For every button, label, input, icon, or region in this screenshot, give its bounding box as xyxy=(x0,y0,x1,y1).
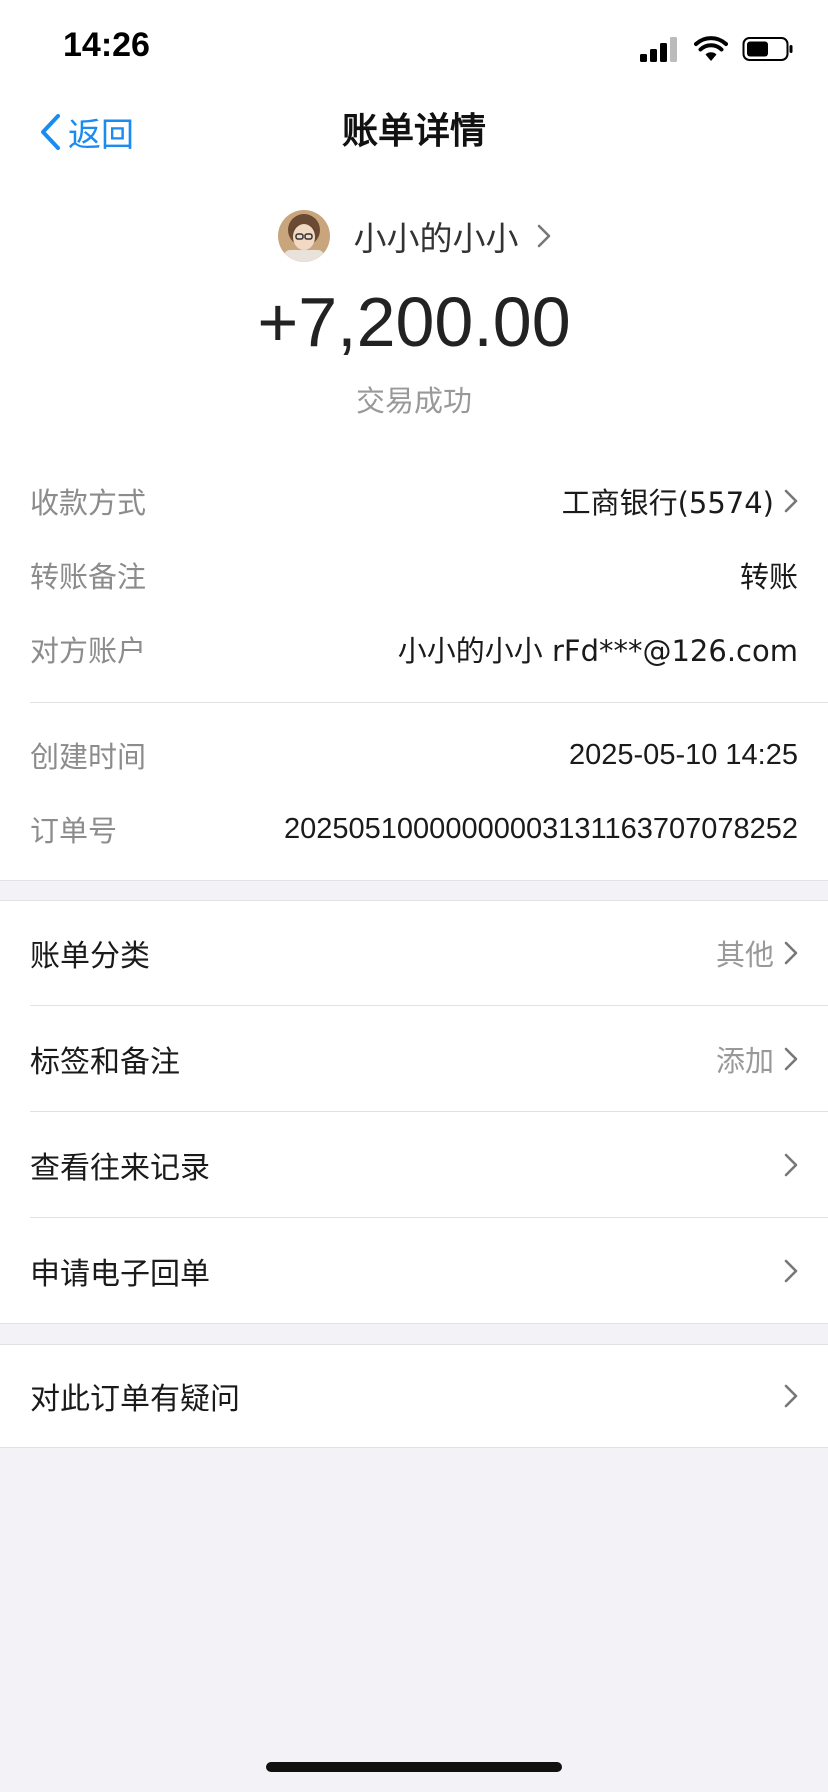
chevron-right-icon xyxy=(784,1259,798,1283)
status-time: 14:26 xyxy=(63,26,150,64)
menu-item-value: 其他 xyxy=(715,938,774,972)
menu-section: 账单分类 其他 标签和备注 添加 查看往来记录 申请电子回单 xyxy=(0,900,828,1324)
bill-detail-page: 14:26 返回 账单详情 小小的小小 +7,200.00 交易成功 收款方式 … xyxy=(0,0,828,1792)
detail-row-payment-method[interactable]: 收款方式 工商银行(5574) xyxy=(30,476,798,526)
detail-row-counterpart-account: 对方账户 小小的小小 rFd***@126.com xyxy=(30,624,798,674)
signal-icon xyxy=(640,37,677,62)
menu-item-value: 添加 xyxy=(715,1044,774,1078)
transaction-amount: +7,200.00 xyxy=(257,283,571,361)
detail-label: 转账备注 xyxy=(30,560,147,594)
wifi-icon xyxy=(694,36,728,61)
divider xyxy=(0,880,828,881)
detail-row-created-time: 创建时间 2025-05-10 14:25 xyxy=(30,730,798,780)
detail-row-transfer-note: 转账备注 转账 xyxy=(30,550,798,600)
detail-value: 小小的小小 rFd***@126.com xyxy=(397,634,798,668)
help-label: 对此订单有疑问 xyxy=(30,1382,240,1417)
menu-item-label: 查看往来记录 xyxy=(30,1151,210,1186)
menu-item-tags-notes[interactable]: 标签和备注 添加 xyxy=(0,1006,828,1112)
page-title: 账单详情 xyxy=(341,111,486,152)
detail-row-order-number[interactable]: 订单号 20250510000000003131163707078252 xyxy=(30,804,798,854)
status-icons xyxy=(640,34,794,64)
menu-item-label: 申请电子回单 xyxy=(30,1257,210,1292)
detail-value: 2025-05-10 14:25 xyxy=(569,738,798,771)
divider xyxy=(0,1323,828,1324)
chevron-right-icon xyxy=(784,489,798,513)
chevron-right-icon xyxy=(537,224,550,248)
detail-value: 20250510000000003131163707078252 xyxy=(284,812,798,845)
home-indicator[interactable] xyxy=(266,1762,562,1772)
transaction-status: 交易成功 xyxy=(355,384,472,418)
chevron-right-icon xyxy=(784,1153,798,1177)
detail-label: 收款方式 xyxy=(30,486,147,520)
chevron-right-icon xyxy=(784,941,798,965)
detail-label: 创建时间 xyxy=(30,740,147,774)
counterpart-link[interactable]: 小小的小小 xyxy=(0,208,828,264)
menu-item-e-receipt[interactable]: 申请电子回单 xyxy=(0,1218,828,1324)
divider xyxy=(30,702,828,703)
chevron-right-icon xyxy=(784,1384,798,1408)
menu-item-view-history[interactable]: 查看往来记录 xyxy=(0,1112,828,1218)
order-question-button[interactable]: 对此订单有疑问 xyxy=(0,1344,828,1448)
battery-icon xyxy=(742,37,793,61)
chevron-right-icon xyxy=(784,1047,798,1071)
menu-item-bill-category[interactable]: 账单分类 其他 xyxy=(0,900,828,1006)
divider xyxy=(0,1447,828,1448)
menu-item-label: 标签和备注 xyxy=(30,1045,180,1080)
detail-value: 转账 xyxy=(739,560,798,594)
detail-value: 工商银行(5574) xyxy=(562,480,798,522)
menu-item-label: 账单分类 xyxy=(30,939,150,974)
avatar xyxy=(277,210,330,262)
detail-label: 对方账户 xyxy=(30,634,147,668)
counterpart-name: 小小的小小 xyxy=(353,219,519,258)
help-section: 对此订单有疑问 xyxy=(0,1344,828,1448)
detail-label: 订单号 xyxy=(30,814,118,848)
